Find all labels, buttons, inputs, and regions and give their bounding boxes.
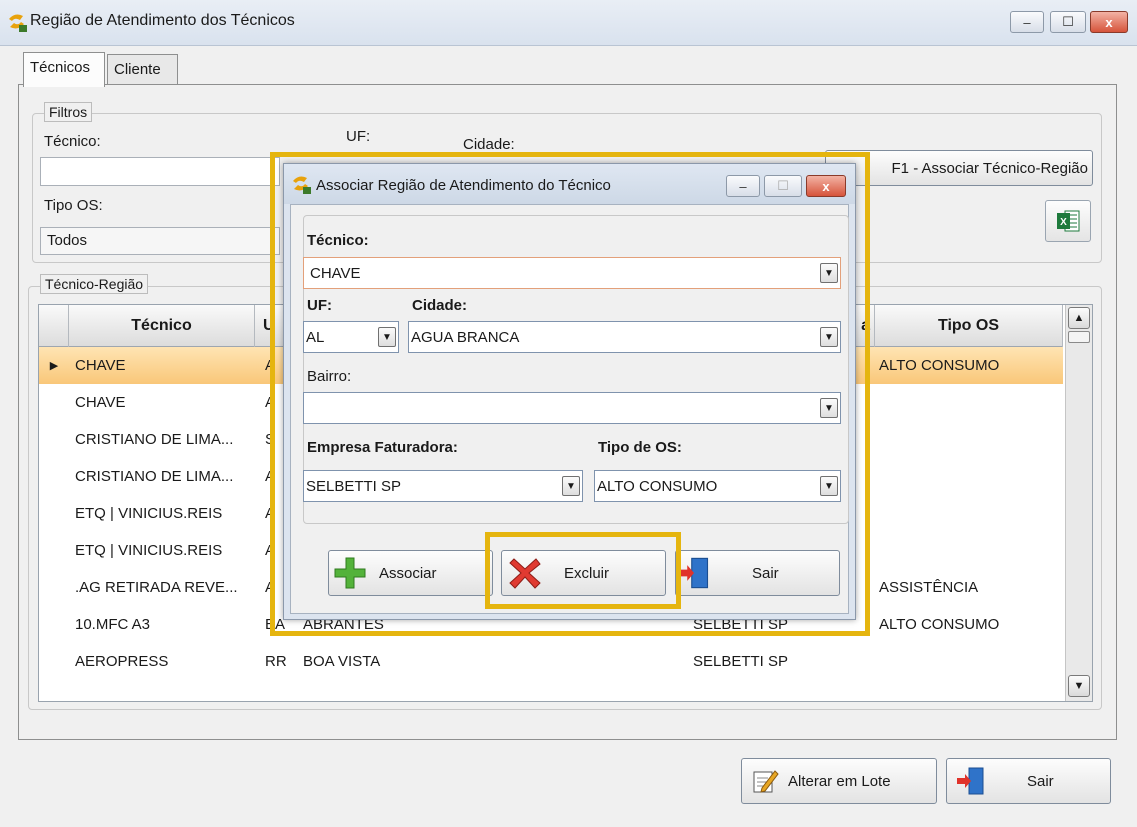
excel-icon: X	[1057, 210, 1080, 232]
app-logo-icon	[9, 14, 27, 32]
column-header-tecnico[interactable]: Técnico	[69, 305, 255, 347]
cell-tecnico: CHAVE	[75, 357, 126, 374]
cell-tipo-os: ALTO CONSUMO	[879, 616, 1000, 633]
filtros-legend: Filtros	[44, 102, 93, 122]
row-indicator-icon	[39, 458, 69, 495]
minimize-button[interactable]: –	[1010, 11, 1044, 33]
cell-tipo-os	[879, 495, 1063, 532]
scroll-thumb[interactable]	[1068, 331, 1090, 343]
cell-tipo-os	[879, 643, 1063, 680]
highlight-excluir-button	[485, 532, 681, 609]
row-indicator-icon	[39, 569, 69, 606]
cell-tipo-os	[879, 384, 1063, 421]
row-indicator-icon	[39, 495, 69, 532]
alterar-em-lote-label: Alterar em Lote	[788, 772, 891, 790]
row-indicator-icon	[39, 606, 69, 643]
export-excel-button[interactable]: X	[1045, 200, 1091, 242]
grid-vertical-scrollbar[interactable]: ▲ ▼	[1065, 305, 1092, 701]
row-indicator-icon	[39, 532, 69, 569]
tecnico-regiao-legend: Técnico-Região	[40, 274, 149, 294]
filtro-uf-label: UF:	[346, 128, 371, 145]
column-header-tipo-os[interactable]: Tipo OS	[875, 305, 1063, 347]
cell-tecnico: CRISTIANO DE LIMA...	[75, 431, 234, 448]
row-indicator-icon	[39, 643, 69, 680]
cell-empresa: SELBETTI SP	[693, 653, 789, 670]
cell-tipo-os	[879, 421, 1063, 458]
scroll-down-icon[interactable]: ▼	[1068, 675, 1090, 697]
filtro-cidade-label: Cidade:	[463, 136, 515, 153]
cell-tipo-os: ASSISTÊNCIA	[879, 579, 979, 596]
alterar-em-lote-button[interactable]: Alterar em Lote	[741, 758, 937, 804]
cell-tipo-os	[879, 532, 1063, 569]
tab-tecnicos[interactable]: Técnicos	[23, 52, 105, 87]
cell-tecnico: AEROPRESS	[75, 653, 169, 670]
cell-cidade: BOA VISTA	[303, 653, 381, 670]
row-indicator-icon: ▶	[49, 360, 59, 372]
table-row[interactable]: AEROPRESS RR BOA VISTA SELBETTI SP	[39, 643, 1063, 680]
row-header-corner	[39, 305, 69, 347]
sair-button[interactable]: Sair	[946, 758, 1111, 804]
associar-tecnico-regiao-label: F1 - Associar Técnico-Região	[891, 159, 1088, 177]
edit-pencil-icon	[753, 770, 779, 793]
window-title: Região de Atendimento dos Técnicos	[30, 12, 295, 29]
filtro-tecnico-input[interactable]	[40, 157, 280, 186]
close-button[interactable]: x	[1090, 11, 1128, 33]
row-indicator-icon	[39, 384, 69, 421]
scroll-up-icon[interactable]: ▲	[1068, 307, 1090, 329]
window-titlebar: Região de Atendimento dos Técnicos – ☐ x	[0, 0, 1137, 46]
cell-tecnico: CHAVE	[75, 394, 126, 411]
excel-icon-letter: X	[1060, 217, 1067, 228]
sair-label: Sair	[1027, 772, 1054, 790]
filtro-tipo-os-select[interactable]: Todos	[40, 227, 280, 255]
tab-cliente[interactable]: Cliente	[107, 54, 178, 86]
row-indicator-icon	[39, 421, 69, 458]
filtro-tipo-os-label: Tipo OS:	[44, 197, 103, 214]
cell-uf: RR	[265, 653, 287, 670]
exit-door-icon	[957, 767, 984, 795]
cell-tecnico: .AG RETIRADA REVE...	[75, 579, 238, 596]
cell-tipo-os	[879, 458, 1063, 495]
maximize-button[interactable]: ☐	[1050, 11, 1086, 33]
cell-tecnico: CRISTIANO DE LIMA...	[75, 468, 234, 485]
filtro-tecnico-label: Técnico:	[44, 133, 101, 150]
cell-tecnico: ETQ | VINICIUS.REIS	[75, 505, 223, 522]
cell-tecnico: 10.MFC A3	[75, 616, 151, 633]
cell-tipo-os: ALTO CONSUMO	[879, 357, 1000, 374]
cell-tecnico: ETQ | VINICIUS.REIS	[75, 542, 223, 559]
